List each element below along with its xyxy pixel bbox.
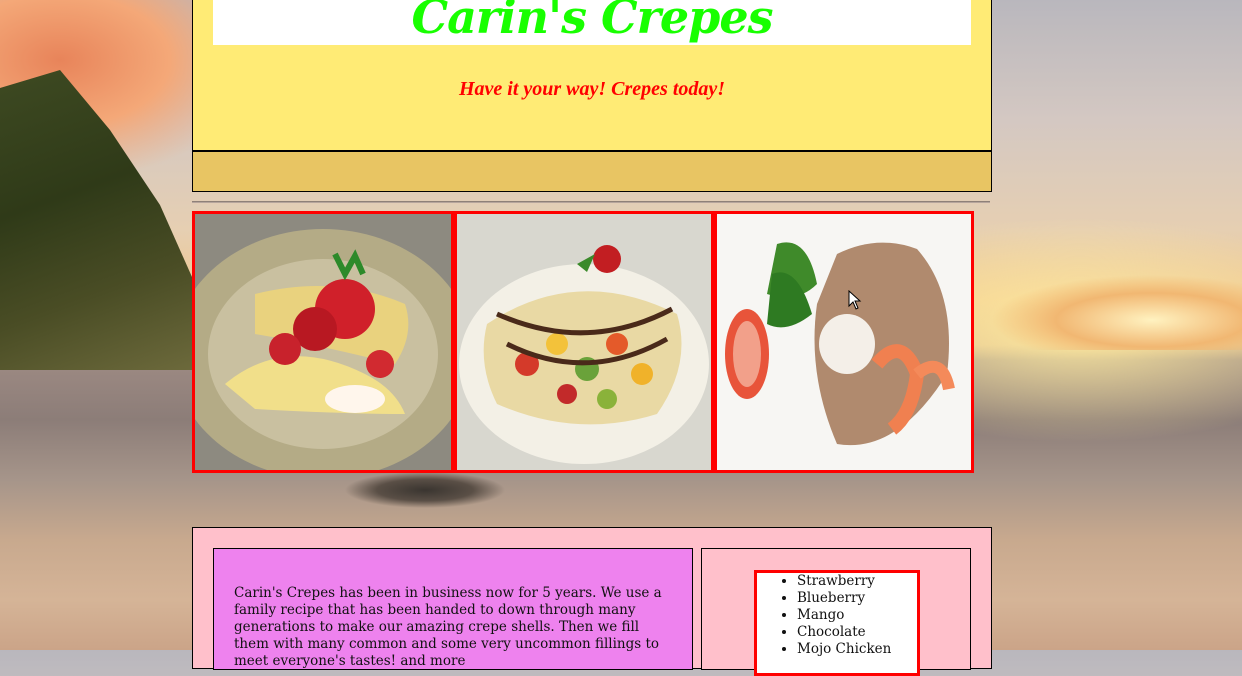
- list-item: Chocolate: [797, 624, 917, 641]
- background-sunset: [982, 270, 1242, 350]
- list-item: Mango: [797, 607, 917, 624]
- divider: [192, 201, 990, 203]
- list-item: Strawberry: [797, 573, 917, 590]
- flavors-panel: Strawberry Blueberry Mango Chocolate Moj…: [701, 548, 971, 676]
- shrimp-savory-crepe-photo: [714, 211, 974, 473]
- fruit-chocolate-crepe-photo: [454, 211, 714, 473]
- list-item: Blueberry: [797, 590, 917, 607]
- flavors-list: Strawberry Blueberry Mango Chocolate Moj…: [757, 573, 917, 658]
- background-rocks: [345, 470, 505, 510]
- content-section: Carin's Crepes has been in business now …: [192, 527, 992, 676]
- site-tagline: Have it your way! Crepes today!: [458, 78, 726, 100]
- flavors-list-box: Strawberry Blueberry Mango Chocolate Moj…: [754, 570, 920, 676]
- title-banner: Carin's Crepes: [213, 0, 971, 45]
- site-title: Carin's Crepes: [411, 0, 773, 44]
- photo-gallery: [192, 211, 978, 473]
- strawberry-crepe-photo: [192, 211, 454, 473]
- mouse-pointer-icon: [848, 290, 862, 310]
- site-header: Carin's Crepes Have it your way! Crepes …: [192, 0, 992, 152]
- about-text: Carin's Crepes has been in business now …: [234, 585, 662, 669]
- navigation-bar: [192, 152, 992, 192]
- about-box: Carin's Crepes has been in business now …: [213, 548, 693, 670]
